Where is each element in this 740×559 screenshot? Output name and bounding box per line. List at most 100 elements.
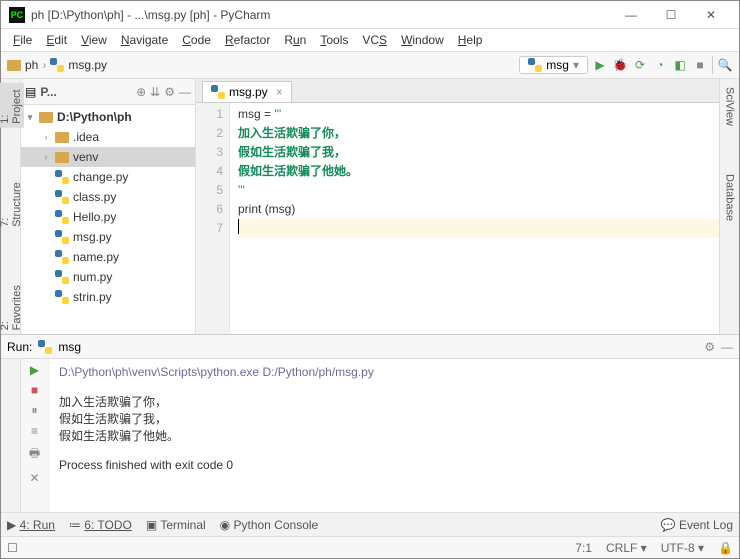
- chevron-right-icon[interactable]: ›: [41, 132, 51, 142]
- tool-todo-tab[interactable]: ≔ 6: TODO: [69, 518, 132, 532]
- stop-button[interactable]: ■: [692, 57, 708, 73]
- run-controls: ▶ ■ ⏸ ≡ 🖶 ✕: [21, 359, 49, 512]
- tree-file[interactable]: num.py: [21, 267, 195, 287]
- tool-project-tab[interactable]: 1: Project: [0, 83, 24, 128]
- tree-file[interactable]: class.py: [21, 187, 195, 207]
- status-encoding[interactable]: UTF-8 ▾: [661, 541, 704, 555]
- minimize-button[interactable]: ―: [611, 1, 651, 29]
- gear-icon[interactable]: ⚙: [164, 85, 175, 99]
- tree-label: class.py: [73, 190, 116, 204]
- run-tool-window: Run: msg ⚙ ― ▶ ■ ⏸ ≡ 🖶 ✕ D:\Python\ph\ve…: [1, 334, 739, 512]
- collapse-all-icon[interactable]: ⇊: [150, 85, 160, 99]
- tool-terminal-tab[interactable]: ▣ Terminal: [146, 518, 206, 532]
- profile-button[interactable]: ◔: [652, 57, 668, 73]
- editor-area: msg.py × 1234567 msg = ''' 加入生活欺骗了你， 假如生…: [196, 79, 719, 334]
- code-text: (msg): [265, 202, 296, 216]
- close-button[interactable]: ✕: [691, 1, 731, 29]
- chevron-down-icon: ▾: [573, 58, 579, 72]
- status-line-separator[interactable]: CRLF ▾: [606, 541, 647, 555]
- project-combo-icon[interactable]: ▤: [25, 85, 36, 99]
- search-everywhere-button[interactable]: 🔍: [717, 57, 733, 73]
- menu-navigate[interactable]: Navigate: [115, 31, 174, 49]
- navigation-bar: ph › msg.py msg ▾ ▶ 🐞 ⟳ ◔ ◧ ■ 🔍: [1, 51, 739, 79]
- print-button[interactable]: 🖶: [29, 444, 40, 465]
- close-tab-icon[interactable]: ×: [276, 85, 283, 99]
- stop-button[interactable]: ■: [31, 383, 38, 397]
- run-config-selector[interactable]: msg ▾: [519, 56, 588, 74]
- run-command: D:\Python\ph\venv\Scripts\python.exe D:/…: [59, 365, 729, 379]
- menu-view[interactable]: View: [75, 31, 113, 49]
- menu-help[interactable]: Help: [452, 31, 489, 49]
- hide-panel-icon[interactable]: ―: [721, 340, 733, 354]
- menu-code[interactable]: Code: [176, 31, 217, 49]
- title-bar: PC ph [D:\Python\ph] - ...\msg.py [ph] -…: [1, 1, 739, 29]
- editor-tab-active[interactable]: msg.py ×: [202, 81, 292, 102]
- maximize-button[interactable]: ☐: [651, 1, 691, 29]
- breadcrumb-root[interactable]: ph: [25, 58, 38, 72]
- python-file-icon: [528, 58, 542, 72]
- tree-file[interactable]: Hello.py: [21, 207, 195, 227]
- tree-root[interactable]: ▾ D:\Python\ph: [21, 107, 195, 127]
- code-content[interactable]: msg = ''' 加入生活欺骗了你， 假如生活欺骗了我， 假如生活欺骗了他她。…: [230, 103, 719, 334]
- output-line: 假如生活欺骗了我，: [59, 410, 729, 427]
- breadcrumb-file[interactable]: msg.py: [68, 58, 107, 72]
- menu-edit[interactable]: Edit: [40, 31, 73, 49]
- tool-structure-tab[interactable]: 7: Structure: [0, 178, 24, 231]
- python-file-icon: [55, 270, 69, 284]
- menu-bar: File Edit View Navigate Code Refactor Ru…: [1, 29, 739, 51]
- event-log-tab[interactable]: 💬 Event Log: [661, 518, 733, 532]
- run-header: Run: msg ⚙ ―: [1, 335, 739, 359]
- scroll-from-source-icon[interactable]: ⊕: [136, 85, 146, 99]
- tool-favorites-tab[interactable]: 2: Favorites: [0, 281, 24, 334]
- tree-folder-selected[interactable]: › venv: [21, 147, 195, 167]
- tree-file[interactable]: msg.py: [21, 227, 195, 247]
- python-file-icon: [55, 290, 69, 304]
- project-panel-title[interactable]: P...: [40, 85, 132, 99]
- tool-run-tab[interactable]: ▶ 4: Run: [7, 518, 55, 532]
- cursor-line: [238, 219, 719, 238]
- rerun-button[interactable]: ▶: [30, 363, 39, 377]
- python-file-icon: [55, 190, 69, 204]
- tree-folder[interactable]: › .idea: [21, 127, 195, 147]
- line-gutter: 1234567: [196, 103, 230, 334]
- gear-icon[interactable]: ⚙: [704, 340, 715, 354]
- lock-icon[interactable]: 🔒: [718, 541, 733, 555]
- chevron-right-icon[interactable]: ›: [41, 152, 51, 162]
- tool-sciview-tab[interactable]: SciView: [723, 83, 737, 130]
- code-text: ''': [274, 107, 281, 121]
- folder-icon: [7, 60, 21, 71]
- tool-python-console-tab[interactable]: ◉ Python Console: [220, 518, 319, 532]
- tree-label: name.py: [73, 250, 119, 264]
- status-tool-window-button[interactable]: ☐: [7, 541, 18, 555]
- tool-database-tab[interactable]: Database: [723, 170, 737, 225]
- python-file-icon: [55, 250, 69, 264]
- menu-tools[interactable]: Tools: [314, 31, 354, 49]
- exit-line: Process finished with exit code 0: [59, 458, 729, 472]
- status-caret-position[interactable]: 7:1: [575, 541, 592, 555]
- project-tree[interactable]: ▾ D:\Python\ph › .idea › venv change.py …: [21, 105, 195, 334]
- clear-button[interactable]: ✕: [29, 471, 39, 485]
- coverage-button[interactable]: ⟳: [632, 57, 648, 73]
- pause-button[interactable]: ⏸: [31, 403, 37, 418]
- tree-label: .idea: [73, 130, 99, 144]
- editor-tabs: msg.py ×: [196, 79, 719, 103]
- folder-icon: [55, 152, 69, 163]
- hide-panel-icon[interactable]: ―: [179, 85, 191, 99]
- chevron-down-icon[interactable]: ▾: [25, 112, 35, 123]
- menu-refactor[interactable]: Refactor: [219, 31, 276, 49]
- debug-button[interactable]: 🐞: [612, 57, 628, 73]
- menu-file[interactable]: File: [7, 31, 38, 49]
- run-output[interactable]: D:\Python\ph\venv\Scripts\python.exe D:/…: [49, 359, 739, 512]
- concurrency-button[interactable]: ◧: [672, 57, 688, 73]
- tree-label: venv: [73, 150, 98, 164]
- tree-file[interactable]: strin.py: [21, 287, 195, 307]
- code-editor[interactable]: 1234567 msg = ''' 加入生活欺骗了你， 假如生活欺骗了我， 假如…: [196, 103, 719, 334]
- menu-vcs[interactable]: VCS: [356, 31, 393, 49]
- up-stack-button[interactable]: ≡: [31, 424, 38, 438]
- run-button[interactable]: ▶: [592, 57, 608, 73]
- tree-file[interactable]: change.py: [21, 167, 195, 187]
- menu-window[interactable]: Window: [395, 31, 450, 49]
- tree-file[interactable]: name.py: [21, 247, 195, 267]
- status-bar: ☐ 7:1 CRLF ▾ UTF-8 ▾ 🔒: [1, 536, 739, 558]
- menu-run[interactable]: Run: [278, 31, 312, 49]
